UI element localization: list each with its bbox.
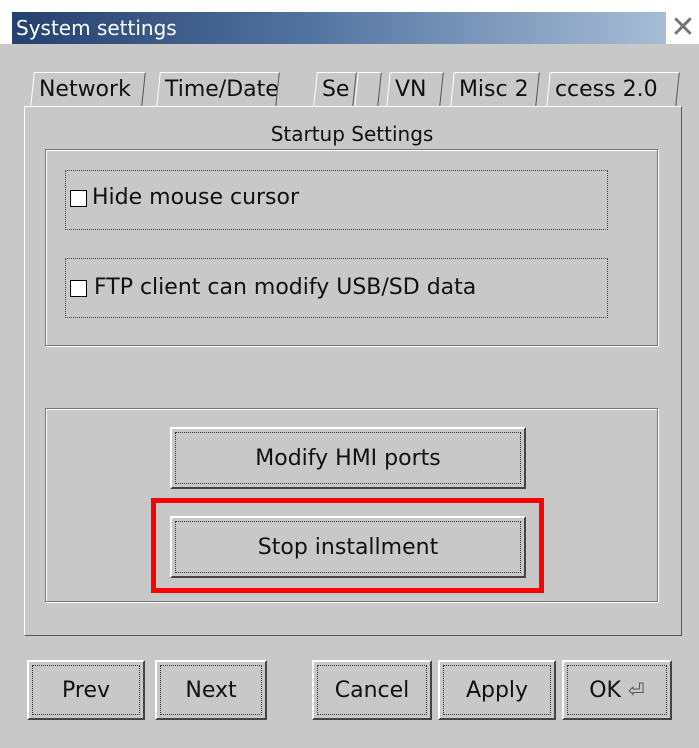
ftp-modify-checkbox[interactable] (70, 280, 87, 297)
tab-se[interactable]: Se (313, 72, 357, 107)
tab-hidden[interactable] (354, 72, 382, 107)
cancel-label: Cancel (334, 677, 410, 703)
tab-label: VN (394, 77, 427, 102)
enter-icon: ⏎ (627, 678, 645, 702)
apply-button[interactable]: Apply (438, 660, 556, 720)
hide-cursor-label: Hide mouse cursor (92, 185, 300, 210)
highlight-box (151, 498, 544, 593)
ok-button[interactable]: OK ⏎ (562, 660, 672, 720)
hide-cursor-checkbox[interactable] (70, 190, 87, 207)
tab-label: Time/Date (164, 77, 279, 102)
tab-label: Network (38, 77, 131, 102)
hide-cursor-row[interactable]: Hide mouse cursor (65, 170, 608, 230)
modify-hmi-ports-label: Modify HMI ports (255, 445, 441, 471)
cancel-button[interactable]: Cancel (312, 660, 432, 720)
apply-label: Apply (465, 677, 529, 703)
prev-label: Prev (62, 677, 110, 703)
next-button[interactable]: Next (155, 660, 267, 720)
tab-vn[interactable]: VN (386, 72, 444, 107)
title-gradient: System settings (12, 12, 666, 44)
modify-hmi-ports-button[interactable]: Modify HMI ports (170, 427, 526, 489)
ftp-modify-row[interactable]: FTP client can modify USB/SD data (65, 258, 608, 318)
tab-network[interactable]: Network (30, 72, 146, 107)
window-title: System settings (16, 16, 177, 40)
tab-label: ccess 2.0 (554, 77, 658, 102)
ftp-modify-label: FTP client can modify USB/SD data (94, 275, 477, 300)
next-label: Next (185, 677, 237, 703)
close-icon[interactable]: ✕ (668, 13, 698, 44)
startup-settings-title: Startup Settings (270, 122, 434, 146)
tab-label: Se (321, 77, 350, 102)
tab-label: Misc 2 (458, 77, 529, 102)
prev-button[interactable]: Prev (27, 660, 145, 720)
tab-access-2[interactable]: ccess 2.0 (546, 72, 680, 107)
tab-misc-2[interactable]: Misc 2 (450, 72, 540, 107)
ok-label: OK (589, 677, 621, 703)
title-bar: System settings ✕ (0, 0, 699, 44)
tab-time-date[interactable]: Time/Date (156, 72, 280, 107)
